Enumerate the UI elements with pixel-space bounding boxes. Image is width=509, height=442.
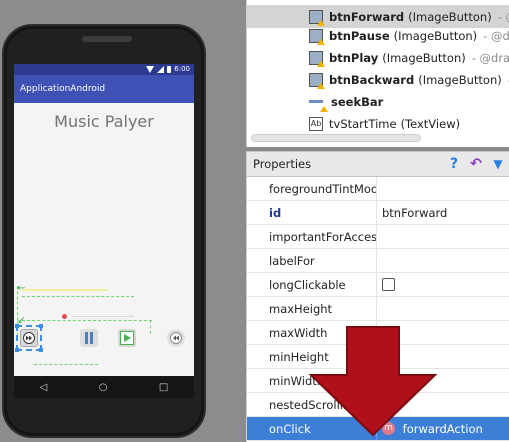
backward-button[interactable] bbox=[167, 329, 185, 347]
music-player-title[interactable]: Music Palyer bbox=[14, 112, 194, 131]
constraint-arrow-left-icon: ← bbox=[17, 283, 26, 294]
resize-handle[interactable] bbox=[15, 348, 19, 352]
design-canvas[interactable]: 6:00 ApplicationAndroid Music Palyer ← ↙ bbox=[0, 0, 246, 442]
property-name: importantForAccess bbox=[247, 225, 377, 248]
property-row[interactable]: maxWidth bbox=[247, 321, 509, 345]
property-row[interactable]: maxHeight bbox=[247, 297, 509, 321]
constraint-guide bbox=[150, 320, 151, 334]
property-row[interactable]: minWidth bbox=[247, 369, 509, 393]
property-row[interactable]: minHeight bbox=[247, 345, 509, 369]
play-button[interactable] bbox=[118, 329, 136, 347]
signal-icon bbox=[157, 66, 165, 73]
rewind-icon bbox=[170, 332, 182, 344]
wifi-icon bbox=[146, 66, 155, 73]
property-value-id[interactable]: btnForward bbox=[377, 201, 509, 224]
property-value[interactable] bbox=[377, 249, 509, 272]
property-name: foregroundTintMod bbox=[247, 177, 377, 200]
text-baseline-guide bbox=[22, 289, 108, 291]
tree-item-btnplay[interactable]: btnPlay (ImageButton) - @drawa bbox=[247, 46, 509, 69]
property-row-onclick[interactable]: onClick m forwardAction bbox=[247, 417, 509, 441]
status-clock: 6:00 bbox=[174, 65, 190, 73]
textview-icon: Ab bbox=[309, 116, 323, 131]
property-name: maxHeight bbox=[247, 297, 377, 320]
property-name: onClick bbox=[247, 417, 377, 440]
property-row[interactable]: importantForAccess bbox=[247, 225, 509, 249]
imagebutton-icon bbox=[309, 28, 325, 45]
tree-item-btnpause[interactable]: btnPause (ImageButton) - @drav bbox=[247, 24, 509, 47]
play-icon bbox=[120, 331, 134, 345]
properties-header: Properties ? ↶ ▼ bbox=[246, 151, 509, 177]
phone-speaker bbox=[82, 36, 132, 42]
forward-button[interactable] bbox=[20, 329, 38, 347]
tree-item-seekbar[interactable]: seekBar bbox=[247, 90, 509, 113]
horizontal-scrollbar[interactable] bbox=[251, 134, 421, 142]
undo-icon[interactable]: ↶ bbox=[465, 156, 487, 172]
property-value[interactable] bbox=[377, 345, 509, 368]
resize-handle[interactable] bbox=[39, 324, 43, 328]
property-value[interactable] bbox=[377, 177, 509, 200]
app-title: ApplicationAndroid bbox=[20, 84, 106, 94]
pause-button[interactable] bbox=[80, 329, 98, 347]
property-row[interactable]: foregroundTintMod bbox=[247, 177, 509, 201]
property-row-id[interactable]: id btnForward bbox=[247, 201, 509, 225]
property-value[interactable] bbox=[377, 321, 509, 344]
constraint-guide bbox=[22, 296, 134, 297]
nav-home-icon[interactable]: ○ bbox=[99, 382, 108, 393]
filter-icon[interactable]: ▼ bbox=[487, 157, 509, 171]
property-value[interactable] bbox=[377, 393, 509, 416]
tree-item-tvstarttime[interactable]: Ab tvStartTime (TextView) bbox=[247, 112, 509, 135]
phone-frame: 6:00 ApplicationAndroid Music Palyer ← ↙ bbox=[2, 24, 206, 438]
seekbar-icon bbox=[309, 95, 328, 112]
longclickable-checkbox[interactable] bbox=[382, 278, 395, 291]
component-tree-panel: btnForward (ImageButton) - @d btnPause (… bbox=[246, 0, 509, 147]
resize-handle[interactable] bbox=[39, 348, 43, 352]
property-name: longClickable bbox=[247, 273, 377, 296]
property-name: id bbox=[247, 201, 377, 224]
status-bar: 6:00 bbox=[14, 64, 194, 75]
property-value-onclick: forwardAction bbox=[402, 422, 483, 436]
nav-back-icon[interactable]: ◁ bbox=[40, 382, 48, 393]
property-name: nestedScrollingE bbox=[247, 393, 377, 416]
property-value[interactable] bbox=[377, 369, 509, 392]
pause-icon bbox=[85, 332, 93, 344]
app-bar: ApplicationAndroid bbox=[14, 75, 194, 103]
property-value[interactable] bbox=[377, 225, 509, 248]
property-name: maxWidth bbox=[247, 321, 377, 344]
fast-forward-icon bbox=[23, 332, 35, 344]
property-row[interactable]: nestedScrollingE bbox=[247, 393, 509, 417]
constraint-guide bbox=[22, 320, 152, 321]
property-value[interactable] bbox=[377, 297, 509, 320]
tree-item-btnbackward[interactable]: btnBackward (ImageButton) - @ bbox=[247, 68, 509, 91]
nav-recent-icon[interactable]: □ bbox=[159, 382, 168, 393]
property-row[interactable]: labelFor bbox=[247, 249, 509, 273]
property-name: minHeight bbox=[247, 345, 377, 368]
property-name: minWidth bbox=[247, 369, 377, 392]
seekbar-track[interactable] bbox=[72, 316, 134, 317]
navigation-bar: ◁ ○ □ bbox=[14, 376, 194, 398]
resize-handle[interactable] bbox=[15, 324, 19, 328]
imagebutton-icon bbox=[309, 72, 325, 89]
battery-icon bbox=[167, 66, 172, 73]
properties-title: Properties bbox=[253, 157, 312, 171]
imagebutton-icon bbox=[309, 50, 325, 67]
help-icon[interactable]: ? bbox=[443, 156, 465, 172]
device-screen[interactable]: 6:00 ApplicationAndroid Music Palyer ← ↙ bbox=[14, 64, 194, 398]
imagebutton-icon bbox=[309, 9, 325, 26]
constraint-guide bbox=[34, 364, 98, 365]
properties-table: foregroundTintMod id btnForward importan… bbox=[246, 177, 509, 442]
method-icon: m bbox=[382, 422, 395, 435]
property-name: labelFor bbox=[247, 249, 377, 272]
property-row-longclickable[interactable]: longClickable bbox=[247, 273, 509, 297]
seekbar-thumb[interactable] bbox=[62, 314, 67, 319]
